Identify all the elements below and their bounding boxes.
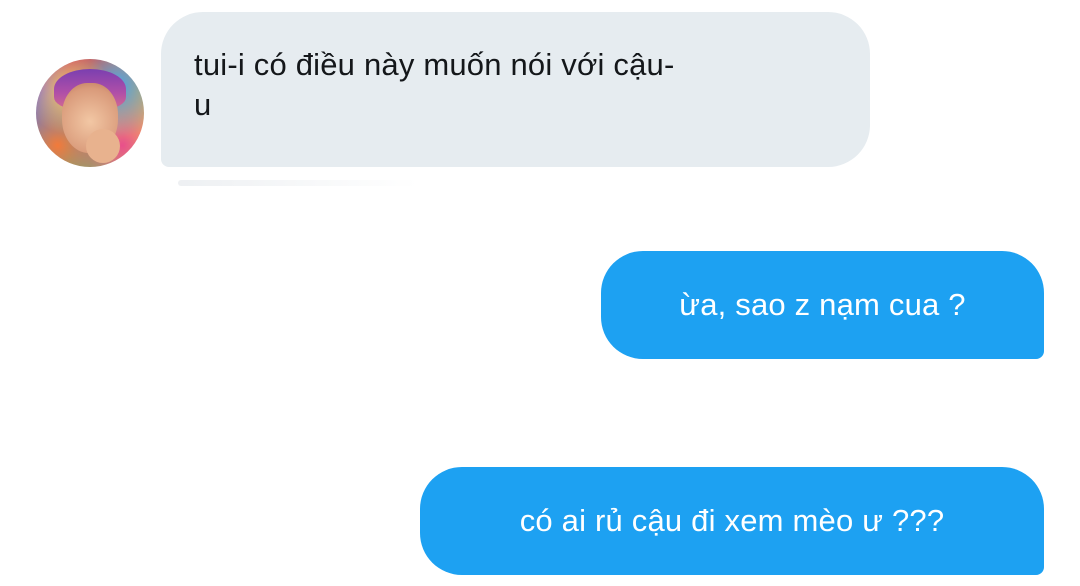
incoming-message-bubble[interactable]: tui-i có điều này muốn nói với cậu- u	[161, 12, 870, 167]
avatar[interactable]	[36, 59, 144, 167]
outgoing-message-text: có ai rủ cậu đi xem mèo ư ???	[519, 503, 945, 538]
avatar-hand	[86, 129, 120, 163]
outgoing-message-bubble[interactable]: có ai rủ cậu đi xem mèo ư ???	[420, 467, 1044, 575]
outgoing-message-text: ừa, sao z nạm cua ?	[679, 287, 966, 322]
outgoing-message-bubble[interactable]: ừa, sao z nạm cua ?	[601, 251, 1044, 359]
message-divider	[178, 180, 418, 186]
